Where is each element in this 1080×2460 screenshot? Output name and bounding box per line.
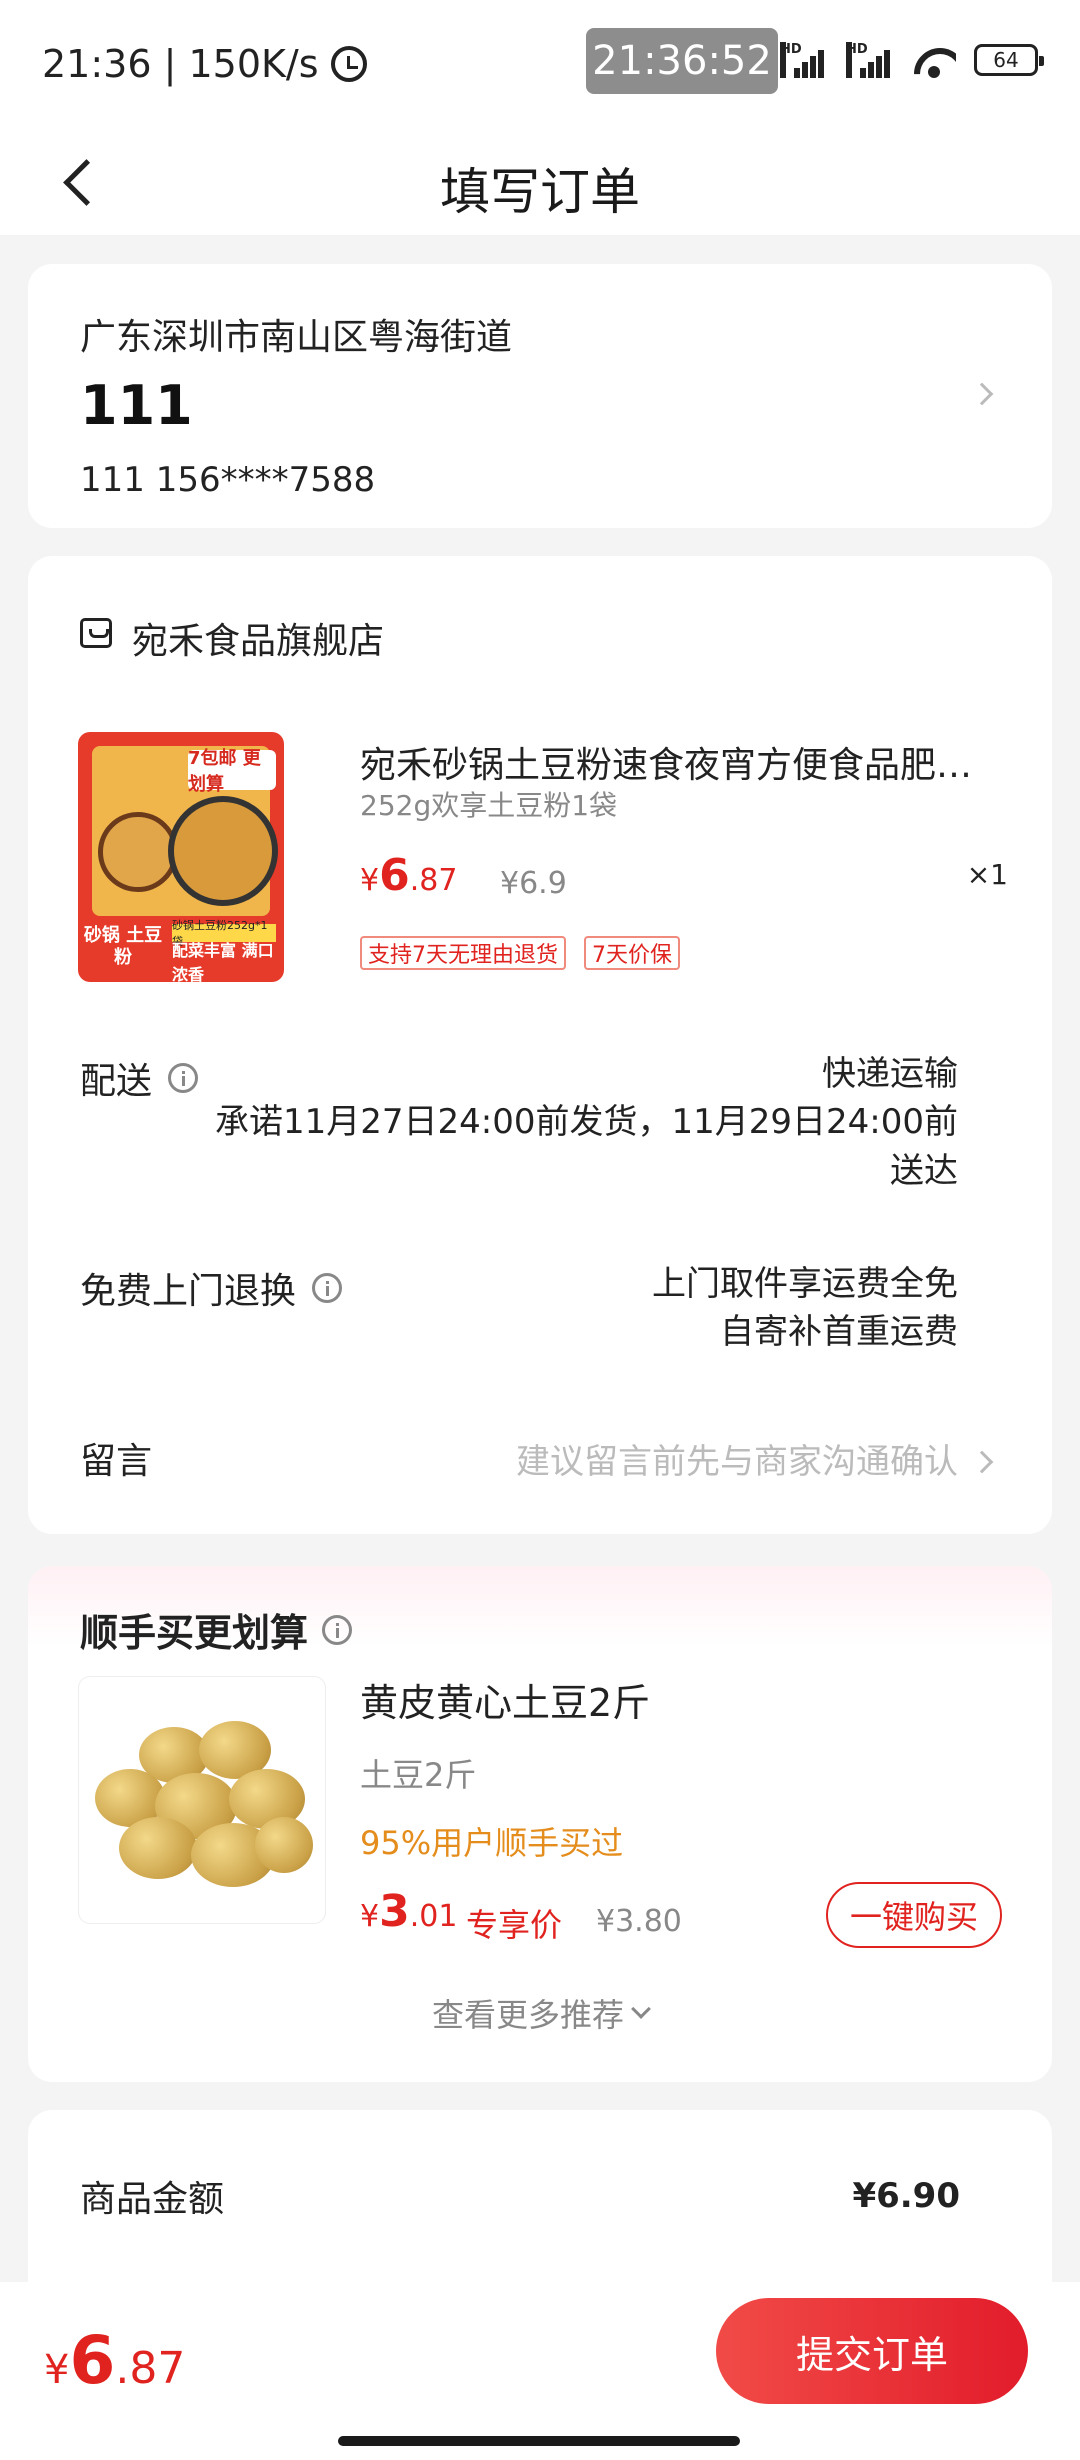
shop-name[interactable]: 宛禾食品旗舰店 [132,612,384,664]
info-icon[interactable] [312,1273,343,1303]
product-quantity: ×1 [966,858,1008,891]
product-image[interactable]: 7包邮 更划算 砂锅土豆粉252g*1袋 砂锅 土豆粉 配菜丰富 满口浓香 [78,732,284,982]
recommend-item-spec: 土豆2斤 [360,1756,477,1794]
delivery-label: 配送 [80,1061,153,1102]
total-price: ¥ 6 .87 [44,2322,185,2399]
price-decimal: .87 [409,863,458,898]
delivery-info: 快递运输 承诺11月27日24:00前发货，11月29日24:00前送达 [198,1050,958,1195]
product-price: ¥ 6 .87 [360,850,457,901]
returns-info: 上门取件享运费全免 自寄补首重运费 [652,1260,958,1357]
price-integer: 6 [69,2322,116,2399]
returns-label: 免费上门退换 [80,1271,297,1312]
shop-card: 宛禾食品旗舰店 7包邮 更划算 砂锅土豆粉252g*1袋 砂锅 土豆粉 配菜丰富… [28,556,1052,1534]
price-protect-tag: 7天价保 [584,936,680,970]
return-policy-tag: 支持7天无理由退货 [360,936,566,970]
returns-line-2: 自寄补首重运费 [720,1312,958,1353]
price-integer: 6 [379,850,410,901]
address-region: 广东深圳市南山区粤海街道 [80,317,513,358]
status-time-speed: 21:36 | 150K/s [42,42,319,86]
returns-line-1: 上门取件享运费全免 [652,1264,958,1304]
signal-icon: HD [780,42,828,78]
submit-order-button[interactable]: 提交订单 [716,2298,1028,2404]
price-symbol: ¥ [44,2347,70,2393]
recommend-title: 顺手买更划算 [80,1611,309,1655]
recommend-item-popularity: 95%用户顺手买过 [360,1824,624,1862]
clock-overlay: 21:36:52 [586,28,778,94]
price-symbol: ¥ [360,863,380,898]
product-image-left-label: 砂锅 土豆粉 [83,925,163,968]
alarm-icon [330,46,367,82]
bottom-bar: ¥ 6 .87 提交订单 [0,2282,1080,2460]
shop-icon [80,618,112,648]
status-left: 21:36 | 150K/s [42,42,367,86]
delivery-method: 快递运输 [822,1054,958,1094]
nav-bar: 填写订单 [0,130,1080,235]
chevron-right-icon [970,382,994,406]
wifi-icon [912,42,956,78]
price-decimal: .01 [409,1899,458,1934]
product-title[interactable]: 宛禾砂锅土豆粉速食夜宵方便食品肥… [360,736,980,788]
more-recommend-link[interactable]: 查看更多推荐 [28,1990,1052,2036]
address-detail: 111 [80,374,193,437]
delivery-label-row: 配送 [80,1052,199,1104]
chevron-right-icon [970,1450,994,1474]
delivery-promise: 承诺11月27日24:00前发货，11月29日24:00前送达 [214,1102,958,1191]
signal-icon: HD [846,42,894,78]
exclusive-price-label: 专享价 [466,1906,563,1944]
product-spec: 252g欢享土豆粉1袋 [360,789,618,822]
address-card[interactable]: 广东深圳市南山区粤海街道 111 111 156****7588 [28,264,1052,528]
recommend-item-image[interactable] [78,1676,326,1924]
goods-amount-label: 商品金额 [80,2179,225,2220]
product-original-price: ¥6.9 [500,866,567,901]
info-icon[interactable] [322,1614,353,1645]
recommend-item-price: ¥ 3 .01 [360,1886,457,1937]
remark-input[interactable]: 建议留言前先与商家沟通确认 [516,1434,958,1483]
price-symbol: ¥ [360,1899,380,1934]
price-integer: 3 [379,1886,410,1937]
goods-amount-value: ¥6.90 [852,2176,960,2216]
address-contact: 111 156****7588 [80,460,376,500]
recommend-title-row: 顺手买更划算 [80,1602,353,1657]
recommend-item-name[interactable]: 黄皮黄心土豆2斤 [360,1672,650,1727]
remark-label: 留言 [80,1441,153,1482]
status-right: HD HD 64 [780,42,1044,78]
product-image-right-label: 配菜丰富 满口浓香 [172,941,274,982]
recommend-item-original-price: ¥3.80 [596,1904,682,1939]
chevron-down-icon [631,1999,651,2019]
product-image-badge: 7包邮 更划算 [188,748,276,795]
battery-icon: 64 [974,44,1044,76]
home-indicator[interactable] [338,2436,740,2446]
price-decimal: .87 [115,2343,186,2394]
one-click-buy-button[interactable]: 一键购买 [826,1882,1002,1948]
info-icon[interactable] [168,1063,199,1093]
more-recommend-label: 查看更多推荐 [431,1996,624,2034]
returns-label-row: 免费上门退换 [80,1262,343,1314]
page-title: 填写订单 [440,163,640,221]
remark-label-row: 留言 [80,1432,152,1484]
battery-level: 64 [993,48,1019,72]
status-bar: 21:36 | 150K/s 21:36:52 HD HD 64 [0,0,1080,130]
recommend-card: 顺手买更划算 黄皮黄心土豆2斤 土豆2斤 95%用户顺手买过 ¥ 3 .01 专… [28,1566,1052,2082]
